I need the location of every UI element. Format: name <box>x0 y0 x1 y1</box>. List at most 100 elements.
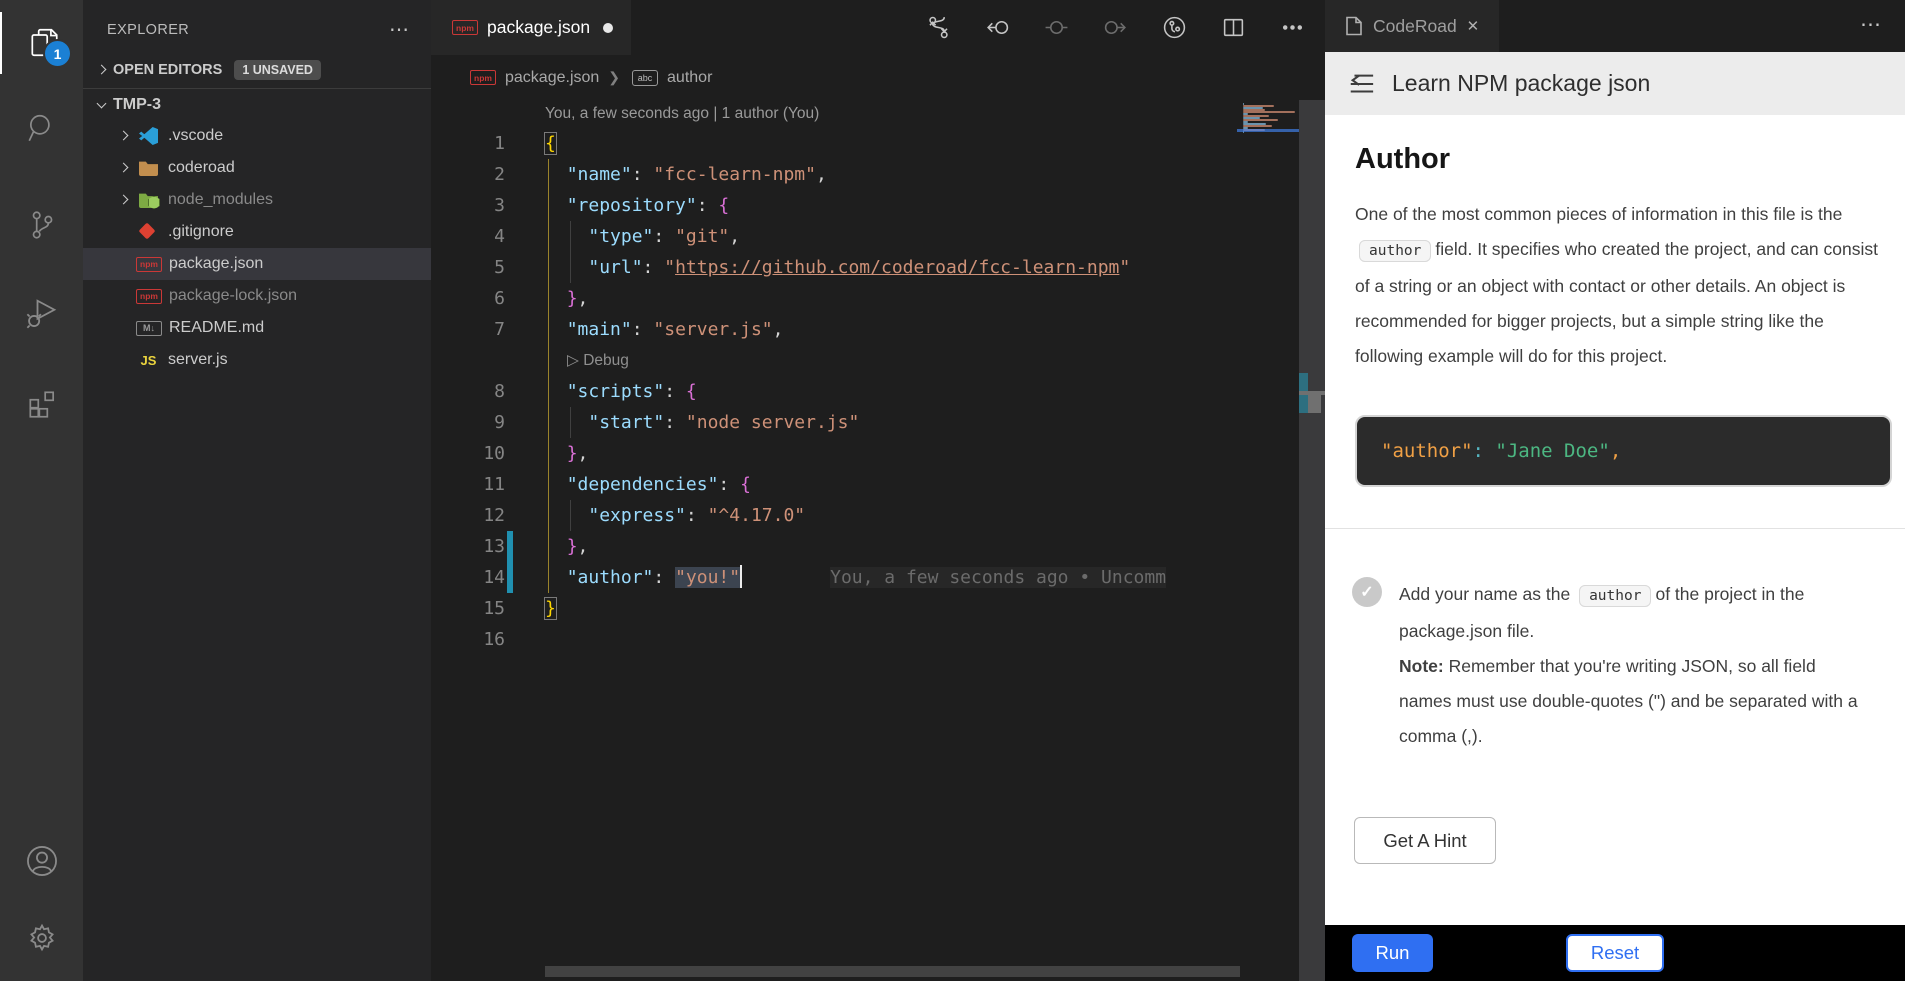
tab-title: package.json <box>487 17 590 38</box>
line-number: 16 <box>431 624 545 655</box>
chevron-separator-icon: ❯ <box>608 69 620 86</box>
file-name: package-lock.json <box>169 287 297 305</box>
dirty-indicator-icon[interactable] <box>603 23 613 33</box>
coderoad-panel: CodeRoad ✕ ⋯ Learn NPM package json Auth… <box>1325 0 1905 981</box>
npm-icon: npm <box>136 289 162 304</box>
example-code-block: "author": "Jane Doe", <box>1355 415 1892 487</box>
code-lines: You, a few seconds ago | 1 author (You)1… <box>431 100 1325 655</box>
file-name: .gitignore <box>168 223 234 241</box>
file-name: node_modules <box>168 191 273 209</box>
activity-bar: 1 <box>0 0 83 981</box>
line-content: "dependencies": { <box>545 469 751 500</box>
line-number: 11 <box>431 469 545 500</box>
tree-item-README.md[interactable]: M↓README.md <box>83 312 431 344</box>
open-editors-section[interactable]: OPEN EDITORS 1 UNSAVED <box>83 52 431 88</box>
editor-tab-bar: npm package.json <box>431 0 1325 55</box>
file-name: README.md <box>169 319 264 337</box>
run-button[interactable]: Run <box>1352 934 1433 972</box>
line-number: 15 <box>431 593 545 624</box>
code-line-1: 1{ <box>431 128 1325 159</box>
minimap-line <box>1243 119 1278 121</box>
line-content: "main": "server.js", <box>545 314 783 345</box>
line-content: } <box>545 593 556 624</box>
tree-item-.vscode[interactable]: .vscode <box>83 120 431 152</box>
tab-package-json[interactable]: npm package.json <box>431 0 631 55</box>
codelens-debug[interactable]: ▷ Debug <box>431 345 1325 376</box>
code-line-6: 6 }, <box>431 283 1325 314</box>
overview-ruler[interactable] <box>1299 100 1325 981</box>
tree-item-package-lock.json[interactable]: npm package-lock.json <box>83 280 431 312</box>
more-actions-icon[interactable] <box>1280 15 1305 40</box>
tree-item-package.json[interactable]: npm package.json <box>83 248 431 280</box>
panel-footer: Run Reset <box>1325 925 1905 981</box>
code-line-4: 4 "type": "git", <box>431 221 1325 252</box>
explorer-more-actions-icon[interactable]: ⋯ <box>389 25 411 35</box>
line-content: }, <box>545 531 588 562</box>
tree-item-server.js[interactable]: JSserver.js <box>83 344 431 376</box>
npm-icon: npm <box>136 257 162 272</box>
menu-back-icon[interactable] <box>1347 71 1375 97</box>
line-number: 12 <box>431 500 545 531</box>
workspace-root-folder[interactable]: TMP-3 <box>83 89 431 120</box>
folder-icon <box>136 159 161 177</box>
code-line-5: 5 "url": "https://github.com/coderoad/fc… <box>431 252 1325 283</box>
code-line-15: 15} <box>431 593 1325 624</box>
git-blame-annotation: You, a few seconds ago | 1 author (You) <box>431 100 1325 128</box>
code-line-8: 8 "scripts": { <box>431 376 1325 407</box>
task-text: Add your name as the authorof the projec… <box>1399 577 1869 754</box>
sidebar-title: EXPLORER <box>107 22 189 38</box>
line-number: 2 <box>431 159 545 190</box>
js-icon: JS <box>136 351 161 369</box>
account-icon[interactable] <box>0 830 83 892</box>
panel-more-actions-icon[interactable]: ⋯ <box>1860 12 1883 37</box>
npm-icon: npm <box>470 70 496 85</box>
breadcrumb-file[interactable]: package.json <box>505 69 599 87</box>
tutorial-header: Learn NPM package json <box>1325 52 1905 115</box>
line-content: "scripts": { <box>545 376 697 407</box>
open-changes-icon[interactable] <box>926 15 951 40</box>
code-editor[interactable]: You, a few seconds ago | 1 author (You)1… <box>431 100 1325 655</box>
horizontal-scrollbar[interactable] <box>545 966 1240 977</box>
tree-item-node_modules[interactable]: node_modules <box>83 184 431 216</box>
extensions-icon[interactable] <box>0 373 83 435</box>
code-line-16: 16 <box>431 624 1325 655</box>
run-debug-icon[interactable] <box>0 281 83 343</box>
unsaved-badge: 1 UNSAVED <box>234 60 321 80</box>
center-change-icon[interactable] <box>1044 15 1069 40</box>
ruler-thumb[interactable] <box>1308 391 1321 413</box>
minimap-current-line <box>1237 129 1299 132</box>
file-name: package.json <box>169 255 263 273</box>
tree-item-coderoad[interactable]: coderoad <box>83 152 431 184</box>
breadcrumb-symbol[interactable]: author <box>667 69 712 87</box>
chevron-right-icon <box>115 224 133 240</box>
line-number: 14 <box>431 562 545 593</box>
chevron-right-icon <box>115 352 133 368</box>
tree-item-.gitignore[interactable]: .gitignore <box>83 216 431 248</box>
workspace-root-label: TMP-3 <box>113 96 161 114</box>
previous-change-icon[interactable] <box>985 15 1010 40</box>
chevron-right-icon <box>115 320 133 336</box>
divider <box>1325 528 1905 529</box>
task-item: ✓ Add your name as the authorof the proj… <box>1352 577 1872 754</box>
git-icon <box>136 223 161 241</box>
chevron-right-icon <box>115 128 133 144</box>
split-editor-icon[interactable] <box>1221 15 1246 40</box>
close-icon[interactable]: ✕ <box>1467 17 1480 35</box>
open-editors-label: OPEN EDITORS <box>113 62 222 78</box>
reset-button[interactable]: Reset <box>1566 934 1664 972</box>
code-line-2: 2 "name": "fcc-learn-npm", <box>431 159 1325 190</box>
search-icon[interactable] <box>0 97 83 159</box>
chevron-down-icon <box>93 97 111 113</box>
line-number: 1 <box>431 128 545 159</box>
next-change-icon[interactable] <box>1103 15 1128 40</box>
tab-coderoad[interactable]: CodeRoad ✕ <box>1325 0 1499 52</box>
line-number: 13 <box>431 531 545 562</box>
inline-code-chip: author <box>1579 585 1651 607</box>
get-hint-button[interactable]: Get A Hint <box>1354 817 1496 864</box>
code-line-3: 3 "repository": { <box>431 190 1325 221</box>
gitlens-annotations-icon[interactable] <box>1162 15 1187 40</box>
settings-gear-icon[interactable] <box>0 907 83 969</box>
explorer-icon[interactable]: 1 <box>0 12 85 74</box>
source-control-icon[interactable] <box>0 194 83 256</box>
file-name: coderoad <box>168 159 235 177</box>
